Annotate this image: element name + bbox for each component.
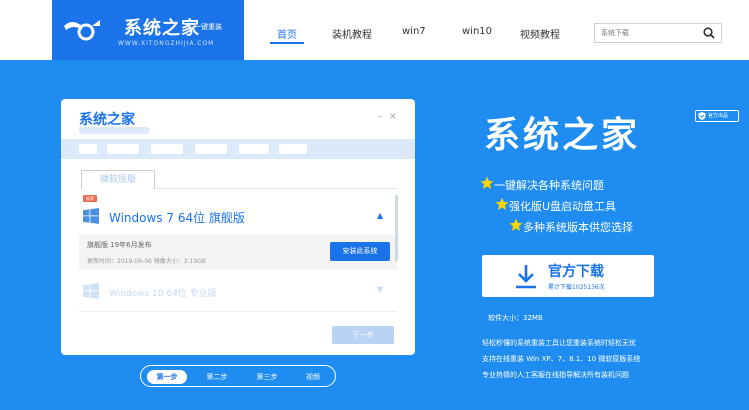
star-icon (480, 176, 494, 189)
window-subtitle-bar (79, 127, 149, 134)
os-detail-panel: 旗舰版 19年6月发布 更新时间：2019-06-06 镜像大小：3.19GB … (79, 234, 397, 270)
software-size: 软件大小：32MB (488, 314, 543, 322)
minimize-icon[interactable]: – (378, 111, 389, 122)
install-system-button[interactable]: 安装此系统 (330, 242, 390, 261)
star-icon (495, 197, 509, 210)
hero-title: 系统之家 (484, 115, 641, 156)
toolbar-block (79, 144, 97, 154)
description-line-1: 轻松秒懂的系统重装工具让您重装系统时轻松无忧 (482, 339, 636, 347)
step-2[interactable]: 第二步 (197, 370, 237, 384)
search-input[interactable] (595, 24, 695, 42)
toolbar-block (279, 144, 307, 154)
chevron-up-icon[interactable]: ▲ (377, 211, 383, 220)
download-count: 累计下载1025136次 (548, 284, 605, 291)
nav-item-win7[interactable]: win7 (402, 26, 426, 37)
nav-item-install-tutorial[interactable]: 装机教程 (332, 26, 372, 41)
step-1[interactable]: 第一步 (147, 370, 187, 384)
official-badge-label: 官方出品 (708, 113, 729, 119)
official-download-button[interactable]: 官方下载 累计下载1025136次 (482, 255, 654, 297)
close-icon[interactable]: × (389, 111, 403, 122)
feature-3: 多种系统版本供您选择 (523, 221, 633, 234)
feature-1: 一键解决各种系统问题 (494, 179, 604, 192)
toolbar-block (151, 144, 183, 154)
logo-title: 系统之家 (124, 18, 200, 39)
toolbar-block (107, 144, 139, 154)
description-line-2: 支持在线重装 Win XP、7、8.1、10 微软原版系统 (482, 355, 641, 363)
logo-icon (64, 20, 100, 41)
recommend-badge: 推荐 (83, 195, 97, 202)
logo-subtitle: 一键重装 (194, 23, 222, 31)
app-preview-window: 系统之家 –× 微软原版 推荐 Windows 7 64位 旗舰版 ▲ 旗舰版 … (61, 99, 415, 355)
divider (79, 311, 397, 312)
step-indicator: 第一步 第二步 第三步 视频 (140, 365, 336, 387)
window-controls: –× (378, 111, 403, 122)
os-option-primary[interactable]: Windows 7 64位 旗舰版 (109, 209, 245, 226)
windows-logo-icon (83, 283, 99, 299)
os-option-secondary[interactable]: Windows 10 64位 专业版 (109, 286, 217, 299)
official-badge: 官方出品 (695, 110, 739, 122)
search-box (594, 23, 722, 43)
star-icon (509, 218, 523, 231)
window-title: 系统之家 (79, 112, 135, 128)
site-header: 系统之家 一键重装 WWW.XITONGZHIJIA.COM 首页 装机教程 w… (0, 0, 749, 60)
search-icon[interactable] (703, 27, 715, 39)
toolbar-block (239, 144, 269, 154)
tab-microsoft-original[interactable]: 微软原版 (81, 170, 155, 189)
nav-item-home[interactable]: 首页 (277, 26, 297, 41)
shield-icon (698, 112, 706, 120)
logo-url: WWW.XITONGZHIJIA.COM (118, 40, 215, 47)
download-icon (516, 265, 536, 289)
windows-logo-icon (83, 208, 99, 224)
os-meta-text: 更新时间：2019-06-06 镜像大小：3.19GB (87, 258, 206, 265)
nav-item-video-tutorial[interactable]: 视频教程 (520, 26, 560, 41)
step-3[interactable]: 第三步 (247, 370, 287, 384)
os-version-text: 旗舰版 19年6月发布 (87, 241, 152, 249)
nav-active-underline (270, 42, 304, 44)
chevron-down-icon[interactable]: ▼ (377, 285, 383, 294)
feature-2: 强化版U盘启动盘工具 (509, 200, 617, 213)
toolbar-block (195, 144, 227, 154)
next-step-button[interactable]: 下一步 (332, 326, 394, 344)
step-video[interactable]: 视频 (295, 370, 331, 384)
nav-item-win10[interactable]: win10 (462, 26, 492, 37)
site-logo[interactable]: 系统之家 一键重装 WWW.XITONGZHIJIA.COM (52, 0, 244, 60)
download-label: 官方下载 (548, 264, 604, 280)
tab-divider (155, 188, 397, 189)
window-toolbar (61, 139, 415, 159)
list-scrollbar[interactable] (395, 195, 398, 261)
description-line-3: 专业热情的人工客服在线指导解决所有装机问题 (482, 371, 629, 379)
